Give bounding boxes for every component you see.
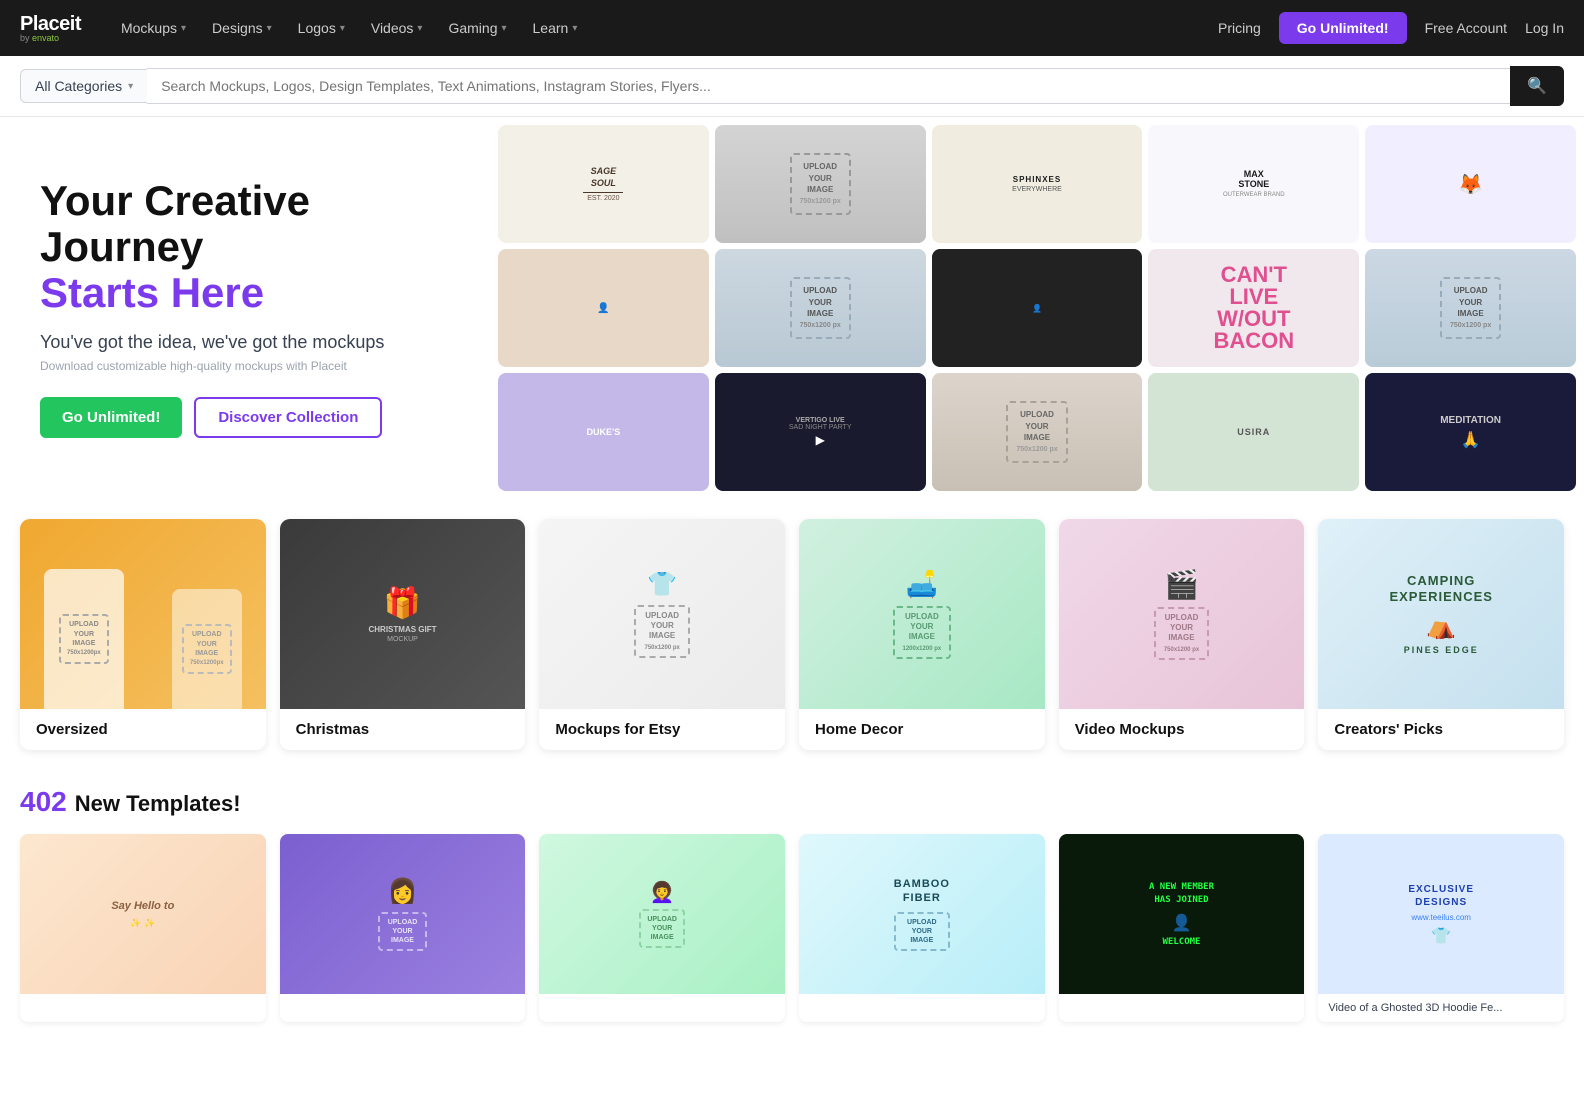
hero-img-9: CAN'TLIVEW/OUTBACON xyxy=(1148,249,1359,367)
search-button[interactable]: 🔍 xyxy=(1510,66,1564,106)
login-link[interactable]: Log In xyxy=(1525,20,1564,36)
hero-img-1: SAGESOUL EST. 2020 xyxy=(498,125,709,243)
hero-img-5: 🦊 xyxy=(1365,125,1576,243)
hero-title-line2: Starts Here xyxy=(40,269,264,316)
hero-img-10: UPLOADYOURIMAGE750x1200 px xyxy=(1365,249,1576,367)
nav-label-designs: Designs xyxy=(212,20,263,36)
hero-buttons: Go Unlimited! Discover Collection xyxy=(40,397,450,438)
new-templates-section: 402 New Templates! Say Hello to ✨ ✨ 👩 UP… xyxy=(0,770,1584,1042)
hero-img-15: MEDITATION 🙏 xyxy=(1365,373,1576,491)
hero-description: Download customizable high-quality mocku… xyxy=(40,359,450,373)
hero-img-4: MAXSTONE OUTERWEAR BRAND xyxy=(1148,125,1359,243)
search-bar: All Categories ▾ 🔍 xyxy=(0,56,1584,117)
logo[interactable]: Placeit by envato xyxy=(20,14,81,43)
category-card-etsy[interactable]: 👕 UPLOADYOURIMAGE750x1200 px Mockups for… xyxy=(539,519,785,750)
nav-label-videos: Videos xyxy=(371,20,414,36)
category-card-homedecor[interactable]: 🛋️ UPLOADYOURIMAGE1200x1200 px Home Deco… xyxy=(799,519,1045,750)
nav-item-logos[interactable]: Logos ▾ xyxy=(286,12,357,44)
free-account-link[interactable]: Free Account xyxy=(1425,20,1508,36)
category-label-creators: Creators' Picks xyxy=(1334,721,1443,738)
hero-image-grid: SAGESOUL EST. 2020 UPLOADYOURIMAGE750x12… xyxy=(490,117,1584,499)
pricing-link[interactable]: Pricing xyxy=(1218,20,1261,36)
templates-label: New Templates! xyxy=(75,791,241,817)
hero-img-12: VERTIGO LIVE SAD NIGHT PARTY ▶ xyxy=(715,373,926,491)
category-dropdown[interactable]: All Categories ▾ xyxy=(20,69,147,103)
nav-item-mockups[interactable]: Mockups ▾ xyxy=(109,12,198,44)
hero-section: Your Creative Journey Starts Here You've… xyxy=(0,117,1584,499)
chevron-down-icon: ▾ xyxy=(267,23,272,34)
category-label-video: Video Mockups xyxy=(1075,721,1185,738)
nav-items: Mockups ▾ Designs ▾ Logos ▾ Videos ▾ Gam… xyxy=(109,12,1218,44)
hero-img-14: USIRA xyxy=(1148,373,1359,491)
chevron-down-icon: ▾ xyxy=(501,23,506,34)
category-card-video[interactable]: 🎬 UPLOADYOURIMAGE750x1200 px Video Mocku… xyxy=(1059,519,1305,750)
template-card-6[interactable]: EXCLUSIVEDESIGNS www.teeilus.com 👕 Video… xyxy=(1318,834,1564,1022)
nav-label-gaming: Gaming xyxy=(448,20,497,36)
navbar: Placeit by envato Mockups ▾ Designs ▾ Lo… xyxy=(0,0,1584,56)
chevron-down-icon: ▾ xyxy=(417,23,422,34)
templates-grid: Say Hello to ✨ ✨ 👩 UPLOADYOURIMAGE 👩‍🦱 xyxy=(20,834,1564,1022)
hero-title-line1: Your Creative Journey xyxy=(40,177,310,270)
template-card-3[interactable]: 👩‍🦱 UPLOADYOURIMAGE xyxy=(539,834,785,1022)
nav-right: Pricing Go Unlimited! Free Account Log I… xyxy=(1218,12,1564,44)
category-label-christmas: Christmas xyxy=(296,721,369,738)
hero-discover-button[interactable]: Discover Collection xyxy=(194,397,382,438)
categories-section: UPLOADYOURIMAGE750x1200px UPLOADYOURIMAG… xyxy=(0,499,1584,770)
hero-img-2: UPLOADYOURIMAGE750x1200 px xyxy=(715,125,926,243)
nav-label-logos: Logos xyxy=(298,20,336,36)
hero-img-13: UPLOADYOURIMAGE750x1200 px xyxy=(932,373,1143,491)
template-card-1[interactable]: Say Hello to ✨ ✨ xyxy=(20,834,266,1022)
nav-label-mockups: Mockups xyxy=(121,20,177,36)
template-card-4[interactable]: BAMBOOFIBER UPLOADYOURIMAGE xyxy=(799,834,1045,1022)
logo-envato: envato xyxy=(32,33,59,43)
category-label: All Categories xyxy=(35,78,122,94)
templates-count: 402 xyxy=(20,786,67,818)
nav-item-videos[interactable]: Videos ▾ xyxy=(359,12,435,44)
nav-item-designs[interactable]: Designs ▾ xyxy=(200,12,284,44)
nav-label-learn: Learn xyxy=(533,20,569,36)
hero-title: Your Creative Journey Starts Here xyxy=(40,178,450,317)
logo-subtext: by envato xyxy=(20,34,81,43)
hero-subtitle: You've got the idea, we've got the mocku… xyxy=(40,332,450,353)
search-input[interactable] xyxy=(147,68,1510,104)
chevron-down-icon: ▾ xyxy=(340,23,345,34)
hero-img-6: 👤 xyxy=(498,249,709,367)
category-card-christmas[interactable]: 🎁 CHRISTMAS GIFT MOCKUP Christmas xyxy=(280,519,526,750)
search-icon: 🔍 xyxy=(1527,78,1547,95)
hero-unlimited-button[interactable]: Go Unlimited! xyxy=(40,397,182,438)
category-card-creators[interactable]: CAMPINGEXPERIENCES ⛺ PINES EDGE Creators… xyxy=(1318,519,1564,750)
chevron-down-icon: ▾ xyxy=(572,23,577,34)
logo-text: Placeit xyxy=(20,14,81,34)
hero-img-7: UPLOADYOURIMAGE750x1200 px xyxy=(715,249,926,367)
category-card-oversized[interactable]: UPLOADYOURIMAGE750x1200px UPLOADYOURIMAG… xyxy=(20,519,266,750)
nav-item-learn[interactable]: Learn ▾ xyxy=(521,12,590,44)
category-label-homedecor: Home Decor xyxy=(815,721,903,738)
category-label-oversized: Oversized xyxy=(36,721,108,738)
chevron-down-icon: ▾ xyxy=(181,23,186,34)
hero-text: Your Creative Journey Starts Here You've… xyxy=(0,138,490,479)
template-card-5[interactable]: A NEW MEMBERHAS JOINED 👤 Welcome xyxy=(1059,834,1305,1022)
hero-img-8: 👤 xyxy=(932,249,1143,367)
hero-img-3: SPHINXES EVERYWHERE xyxy=(932,125,1143,243)
hero-img-11: DUKE'S xyxy=(498,373,709,491)
category-label-etsy: Mockups for Etsy xyxy=(555,721,680,738)
nav-item-gaming[interactable]: Gaming ▾ xyxy=(436,12,518,44)
chevron-down-icon: ▾ xyxy=(128,81,133,92)
new-templates-header: 402 New Templates! xyxy=(20,786,1564,818)
go-unlimited-button[interactable]: Go Unlimited! xyxy=(1279,12,1407,44)
template-label-6: Video of a Ghosted 3D Hoodie Fe... xyxy=(1328,1002,1502,1014)
template-card-2[interactable]: 👩 UPLOADYOURIMAGE xyxy=(280,834,526,1022)
